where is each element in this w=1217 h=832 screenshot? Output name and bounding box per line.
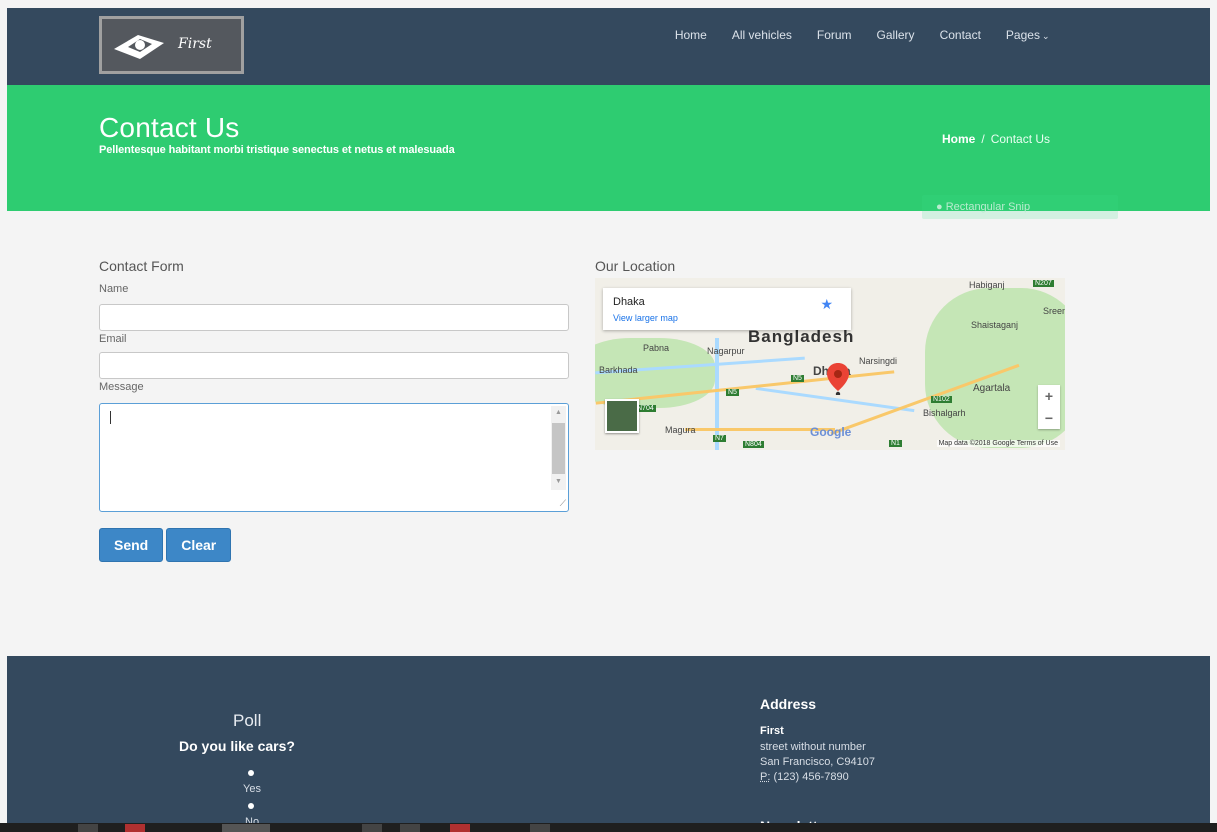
road-shield: N804 <box>743 441 764 448</box>
road-shield: N5 <box>726 389 739 396</box>
nav-pages-label: Pages <box>1005 28 1040 42</box>
breadcrumb-separator: / <box>981 132 985 146</box>
email-input[interactable] <box>99 352 569 379</box>
poll-title: Poll <box>233 711 262 730</box>
taskbar-icon[interactable] <box>400 824 420 832</box>
top-navbar: First Home All vehicles Forum Gallery Co… <box>7 8 1210 85</box>
map-place-label: Sreem <box>1043 306 1065 316</box>
scrollbar-thumb[interactable] <box>552 423 565 474</box>
road-shield: N7 <box>713 435 726 442</box>
taskbar-icon[interactable] <box>222 824 270 832</box>
address-phone: P: (123) 456-7890 <box>760 771 849 783</box>
poll-radio-yes[interactable] <box>248 770 254 776</box>
breadcrumb: Home / Contact Us <box>942 132 1050 146</box>
zoom-controls: + − <box>1038 385 1060 429</box>
map-place-label: Nagarpur <box>707 346 745 356</box>
embedded-map[interactable]: Habiganj Pabna Nagarpur Barkhada Narsing… <box>595 278 1065 450</box>
road-shield: N5 <box>791 375 804 382</box>
address-line-2: San Francisco, C94107 <box>760 756 875 768</box>
location-section: Our Location Habiganj Pabna Nagarpur Bar… <box>595 258 1065 450</box>
message-label: Message <box>99 381 144 393</box>
satellite-toggle[interactable] <box>605 399 639 433</box>
map-place-label: Pabna <box>643 343 670 353</box>
car-logo-icon <box>114 35 164 59</box>
map-card-city: Dhaka <box>613 296 645 308</box>
star-icon[interactable]: ★ <box>820 296 833 313</box>
page-hero: Contact Us Pellentesque habitant morbi t… <box>7 85 1210 219</box>
map-country-label: Bangladesh <box>748 327 855 346</box>
site-footer: Poll Do you like cars? Yes No Address Fi… <box>7 656 1210 832</box>
taskbar-icon[interactable] <box>362 824 382 832</box>
resize-handle-icon[interactable]: ⟋ <box>560 498 566 509</box>
nav-gallery[interactable]: Gallery <box>864 28 927 43</box>
form-actions: Send Clear <box>99 528 569 562</box>
google-logo: Google <box>810 425 852 439</box>
view-larger-map-link[interactable]: View larger map <box>613 313 678 323</box>
map-pin-icon[interactable] <box>827 363 849 395</box>
map-place-label: Habiganj <box>969 280 1005 290</box>
nav-home[interactable]: Home <box>662 28 719 43</box>
text-cursor <box>110 411 111 424</box>
map-attribution[interactable]: Map data ©2018 Google Terms of Use <box>936 440 1060 447</box>
phone-number: (123) 456-7890 <box>773 771 849 783</box>
road-shield: N102 <box>931 396 952 403</box>
contact-form: Contact Form Name Email Message ▲ ▼ ⟋ Se… <box>99 258 569 562</box>
address-name: First <box>760 725 784 737</box>
phone-prefix: P: <box>760 771 771 783</box>
map-place-label: Magura <box>665 425 696 435</box>
chevron-down-icon: ⌄ <box>1041 31 1050 41</box>
address-line-1: street without number <box>760 741 866 753</box>
contact-form-title: Contact Form <box>99 258 184 274</box>
map-place-label: Agartala <box>973 383 1011 394</box>
map-place-label: Shaistaganj <box>971 320 1019 330</box>
page-subtitle: Pellentesque habitant morbi tristique se… <box>99 144 455 156</box>
main-nav: Home All vehicles Forum Gallery Contact … <box>662 28 1062 43</box>
os-taskbar <box>0 823 1217 832</box>
taskbar-icon[interactable] <box>78 824 98 832</box>
nav-pages[interactable]: Pages ⌄ <box>993 28 1062 43</box>
poll-option-yes: Yes <box>243 783 261 795</box>
name-label: Name <box>99 283 129 295</box>
nav-contact[interactable]: Contact <box>927 28 993 43</box>
clear-button[interactable]: Clear <box>166 528 232 562</box>
address-heading: Address <box>760 696 817 712</box>
breadcrumb-home[interactable]: Home <box>942 132 975 146</box>
page-title: Contact Us <box>99 112 240 143</box>
taskbar-icon[interactable] <box>530 824 550 832</box>
send-button[interactable]: Send <box>99 528 164 562</box>
snip-label: Rectangular Snip <box>945 201 1031 213</box>
map-place-label: Narsingdi <box>859 356 898 366</box>
road-shield: N207 <box>1033 280 1054 287</box>
road-shield: N1 <box>889 440 902 447</box>
taskbar-icon[interactable] <box>450 824 470 832</box>
nav-all-vehicles[interactable]: All vehicles <box>719 28 804 43</box>
site-logo[interactable]: First <box>99 16 244 74</box>
taskbar-icon[interactable] <box>125 824 145 832</box>
map-place-label: Bishalgarh <box>923 408 966 418</box>
scroll-up-icon[interactable]: ▲ <box>555 409 562 416</box>
message-textarea[interactable]: ▲ ▼ ⟋ <box>99 403 569 512</box>
map-info-card: Dhaka View larger map ★ <box>603 288 851 330</box>
breadcrumb-current: Contact Us <box>990 132 1051 146</box>
textarea-scrollbar[interactable]: ▲ ▼ <box>551 406 566 490</box>
poll-radio-no[interactable] <box>248 803 254 809</box>
poll-question: Do you like cars? <box>179 738 295 754</box>
name-input[interactable] <box>99 304 569 331</box>
nav-forum[interactable]: Forum <box>804 28 864 43</box>
email-label: Email <box>99 333 127 345</box>
scroll-down-icon[interactable]: ▼ <box>555 478 562 485</box>
location-title: Our Location <box>595 258 676 274</box>
snip-tool-overlay: ● Rectangular Snip <box>922 195 1118 219</box>
logo-text: First <box>178 36 212 52</box>
map-place-label: Barkhada <box>599 365 638 375</box>
zoom-out-button[interactable]: − <box>1038 407 1060 429</box>
zoom-in-button[interactable]: + <box>1038 385 1060 407</box>
